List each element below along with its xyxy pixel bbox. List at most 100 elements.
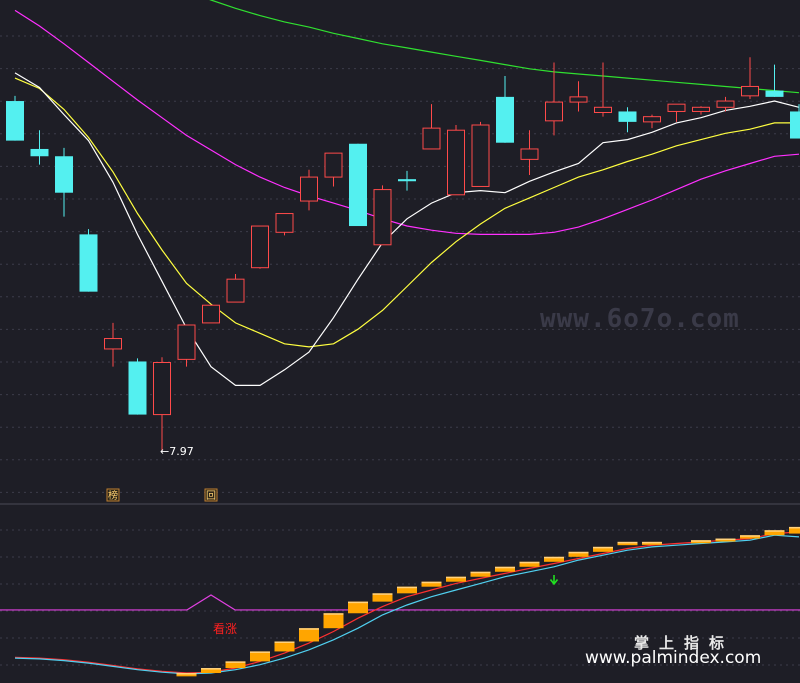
indicator-bar [372, 593, 393, 602]
candle-body [545, 101, 563, 122]
indicator-bar-highlight [789, 526, 800, 529]
candle [79, 229, 98, 292]
candle-body [226, 278, 245, 303]
indicator-bar-highlight [519, 561, 540, 564]
indicator-bar-highlight [691, 540, 711, 542]
candle [128, 358, 147, 415]
indicator-bar-highlight [176, 673, 197, 675]
indicator-bar-highlight [593, 546, 613, 549]
candle [349, 143, 367, 227]
indicator-bar [323, 613, 344, 629]
indicator-bar [397, 586, 417, 594]
candle-body [520, 148, 539, 160]
candle [373, 185, 392, 246]
indicator-bar-highlight [470, 571, 491, 574]
indicator-bar-highlight [274, 641, 295, 643]
indicator-bar [789, 526, 800, 534]
watermark-site: www.6o7o.com [540, 304, 740, 334]
indicator-bar [299, 628, 319, 642]
candle-body [422, 127, 441, 150]
indicator-bar [446, 576, 466, 582]
indicator-bar-highlight [299, 628, 319, 630]
indicator-bar [740, 535, 760, 539]
candle-body [251, 225, 269, 269]
candle-body [30, 148, 49, 157]
indicator-bar-highlight [250, 651, 270, 653]
stock-chart: ←7.97 榜 回 看涨 [0, 0, 800, 683]
candle-body [447, 129, 465, 196]
candle-body [128, 361, 147, 415]
indicator-bar [764, 530, 785, 536]
candle-body [349, 143, 367, 227]
signal-marker-text: 榜 [108, 489, 118, 502]
candle-body [6, 101, 24, 141]
signal-marker-text: 回 [206, 490, 216, 502]
candle-body [741, 85, 759, 97]
indicator-bar-highlight [372, 593, 393, 595]
candle-body [398, 179, 416, 182]
candle-body [790, 111, 800, 139]
indicator-bar-highlight [201, 668, 221, 670]
candle [471, 121, 490, 187]
indicator-bar [617, 541, 638, 546]
candle [251, 225, 269, 269]
candle-body [594, 106, 612, 113]
candle [447, 125, 465, 196]
indicator-bar-highlight [397, 586, 417, 589]
indicator-bar-highlight [225, 661, 246, 663]
indicator-bar-body [348, 601, 368, 614]
candle-body [643, 116, 661, 123]
candle-body [55, 156, 73, 193]
candle-body [275, 213, 294, 233]
signal-marker: 回 [204, 488, 218, 502]
candle-body [373, 189, 392, 246]
candle-body [569, 96, 588, 103]
indicator-bar [519, 561, 540, 567]
indicator-bar-highlight [568, 551, 589, 554]
candle-body [177, 324, 196, 360]
candle-body [765, 90, 784, 97]
indicator-bar [544, 556, 564, 562]
candle-body [153, 362, 171, 416]
candle-body [471, 124, 490, 187]
candle [6, 95, 24, 141]
indicator-bar [176, 673, 197, 677]
candle-body [324, 152, 343, 178]
indicator-bar-highlight [544, 556, 564, 559]
bullish-label: 看涨 [213, 621, 237, 636]
candle-body [692, 106, 710, 112]
indicator-bar-highlight [617, 541, 638, 544]
indicator-bar [348, 601, 368, 614]
indicator-bar-body [323, 613, 344, 629]
low-price-label: ←7.97 [160, 445, 194, 458]
indicator-bar [715, 538, 736, 542]
indicator-bar [642, 541, 662, 545]
indicator-bar-highlight [323, 613, 344, 615]
indicator-bar [274, 641, 295, 652]
candle [202, 304, 220, 324]
candle-body [79, 234, 98, 292]
candle-body [667, 103, 686, 112]
indicator-bar-highlight [495, 566, 515, 569]
indicator-bar-highlight [446, 576, 466, 579]
indicator-bar [225, 661, 246, 669]
indicator-bar-body [299, 628, 319, 642]
indicator-bar-highlight [348, 601, 368, 604]
candle-body [618, 111, 637, 122]
candle-body [716, 100, 735, 108]
candle [275, 213, 294, 236]
candle-body [496, 96, 514, 143]
indicator-bar-highlight [740, 535, 760, 537]
indicator-bar [201, 668, 221, 674]
candle-body [202, 304, 220, 324]
indicator-bar-highlight [715, 538, 736, 541]
indicator-bar-highlight [642, 541, 662, 544]
indicator-bar [593, 546, 613, 552]
indicator-bar [495, 566, 515, 572]
indicator-bar [421, 581, 442, 587]
indicator-bar [568, 551, 589, 557]
candle-body [104, 338, 122, 350]
indicator-bar [691, 540, 711, 544]
watermark-url: www.palmindex.com [585, 648, 762, 668]
indicator-bar [250, 651, 270, 662]
